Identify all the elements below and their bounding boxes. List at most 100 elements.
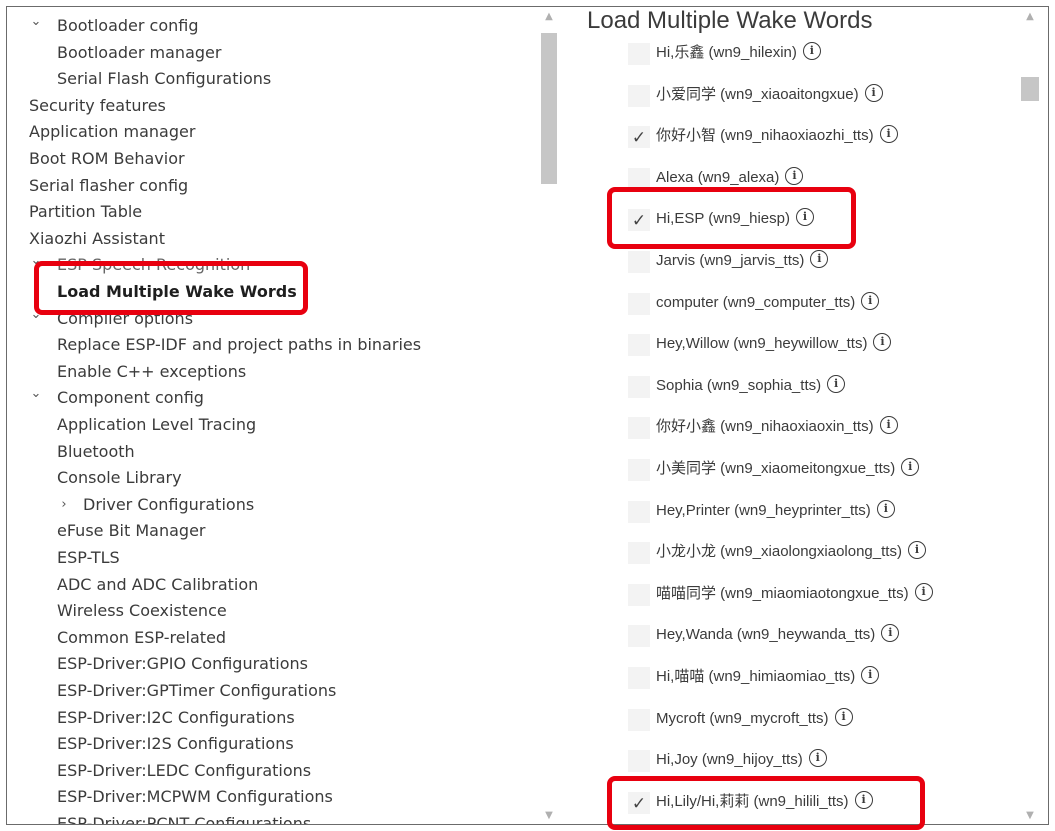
tree-item-label: ESP-Driver:I2C Configurations (57, 707, 295, 727)
info-icon[interactable]: i (808, 749, 827, 768)
tree-item-label: Security features (29, 95, 166, 115)
wake-word-text: Jarvis (wn9_jarvis_tts) (656, 252, 805, 269)
wake-word-checkbox[interactable] (628, 251, 650, 273)
tree-item-label: Wireless Coexistence (57, 601, 227, 621)
tree-item-label: ADC and ADC Calibration (57, 574, 259, 594)
wake-word-checkbox[interactable] (628, 43, 650, 65)
tree-item-label: ESP-Driver:I2S Configurations (57, 734, 294, 754)
tree-item-label: Replace ESP-IDF and project paths in bin… (57, 335, 422, 355)
wake-word-text: Hey,Wanda (wn9_heywanda_tts) (656, 626, 876, 644)
wake-word-label: Jarvis (wn9_jarvis_tts) i (656, 248, 829, 274)
wake-word-text: Hi,Joy (wn9_hijoy_tts) (656, 751, 803, 769)
wake-word-text: 小龙小龙 (wn9_xiaolongxiaolong_tts) (656, 543, 902, 561)
config-window: ⌄ Bootloader config Bootloader manager Seri… (6, 6, 1049, 825)
info-icon[interactable]: i (879, 416, 898, 435)
wake-word-label: Hey,Printer (wn9_heyprinter_tts) i (656, 498, 895, 524)
pane-scroll-thumb[interactable] (1021, 77, 1039, 101)
wake-word-checkbox[interactable] (628, 375, 650, 398)
wake-word-text: Hey,Printer (wn9_heyprinter_tts) (656, 501, 871, 519)
wake-word-label: computer (wn9_computer_tts) i (656, 290, 880, 316)
wake-word-label: Hey,Willow (wn9_heywillow_tts) i (656, 331, 892, 357)
tree-item-label: Application Level Tracing (57, 415, 257, 434)
tree-item-label: Application manager (29, 122, 196, 142)
wake-word-label: Hi,喵喵 (wn9_himiaomiao_tts) i (656, 664, 880, 690)
chevron-right-icon[interactable]: › (57, 492, 71, 518)
chevron-down-icon[interactable]: ⌄ (29, 381, 43, 407)
wake-word-checkbox[interactable] (628, 459, 650, 481)
tree-item-label: ESP-Driver:GPIO Configurations (57, 654, 308, 674)
wake-word-checkbox[interactable] (628, 292, 650, 315)
wake-word-label: 小龙小龙 (wn9_xiaolongxiaolong_tts) i (656, 539, 926, 565)
tree-item-label: Xiaozhi Assistant (29, 228, 165, 248)
wake-word-checkbox[interactable]: ✓ (628, 126, 650, 149)
info-icon[interactable]: i (861, 291, 880, 310)
tree-scroll-up-arrow[interactable]: ▲ (541, 11, 557, 22)
chevron-down-icon[interactable]: ⌄ (29, 9, 43, 35)
tree-item-label: eFuse Bit Manager (57, 521, 206, 541)
tree-item-label: ESP-Driver:MCPWM Configurations (57, 787, 333, 807)
tree-item-label: Driver Configurations (83, 494, 255, 514)
tree-item-label: Boot ROM Behavior (29, 149, 185, 168)
tree-item-label: Bluetooth (57, 441, 135, 461)
info-icon[interactable]: i (810, 250, 829, 269)
wake-word-label: Sophia (wn9_sophia_tts) i (656, 373, 846, 399)
info-icon[interactable]: i (901, 458, 920, 477)
wake-word-text: Hi,喵喵 (wn9_himiaomiao_tts) (656, 668, 856, 685)
highlight-hilili (607, 776, 925, 830)
wake-word-checkbox[interactable] (628, 750, 650, 773)
info-icon[interactable]: i (861, 666, 880, 685)
wake-word-checkbox[interactable] (628, 500, 650, 523)
wake-word-checkbox[interactable] (628, 334, 650, 357)
wake-word-checkbox[interactable] (628, 583, 650, 606)
tree-item-label: ESP-Driver:PCNT Configurations (57, 814, 312, 825)
tree-item-label: Bootloader config (57, 16, 199, 35)
tree-item-label: Bootloader manager (57, 42, 222, 62)
wake-word-label: 小爱同学 (wn9_xiaoaitongxue) i (656, 82, 883, 108)
tree-item-label: Enable C++ exceptions (57, 361, 247, 381)
wake-word-label: 喵喵同学 (wn9_miaomiaotongxue_tts) i (656, 581, 933, 607)
info-icon[interactable]: i (802, 42, 821, 61)
wake-word-checkbox[interactable] (628, 708, 650, 731)
tree-item-label: Component config (57, 388, 204, 408)
info-icon[interactable]: i (827, 374, 846, 393)
wake-word-checkbox[interactable] (628, 667, 650, 689)
highlight-hiesp (607, 187, 856, 249)
wake-word-text: 小爱同学 (wn9_xiaoaitongxue) (656, 85, 859, 103)
tree-item-label: ESP-Driver:GPTimer Configurations (57, 681, 337, 700)
tree-scroll-thumb[interactable] (541, 33, 557, 184)
info-icon[interactable]: i (879, 125, 898, 144)
wake-word-text: 你好小智 (wn9_nihaoxiaozhi_tts) (656, 127, 874, 145)
wake-word-checkbox[interactable] (628, 625, 650, 648)
tree-item-label: Serial Flash Configurations (57, 69, 272, 89)
config-tree: ⌄ Bootloader config Bootloader manager Seri… (7, 7, 567, 825)
pane-scroll-down-arrow[interactable]: ▼ (1021, 810, 1039, 821)
info-icon[interactable]: i (873, 333, 892, 352)
wake-word-text: Hey,Willow (wn9_heywillow_tts) (656, 335, 868, 353)
wake-word-label: Hi,Joy (wn9_hijoy_tts) i (656, 747, 827, 773)
tree-scroll-down-arrow[interactable]: ▼ (541, 810, 557, 821)
wake-word-checkbox[interactable] (628, 542, 650, 565)
tree-item-label: Common ESP-related (57, 627, 227, 647)
wake-word-label: 你好小鑫 (wn9_nihaoxiaoxin_tts) i (656, 414, 898, 440)
info-icon[interactable]: i (785, 166, 804, 185)
wake-word-text: Sophia (wn9_sophia_tts) (656, 376, 822, 394)
wake-word-label: 小美同学 (wn9_xiaomeitongxue_tts) i (656, 456, 920, 482)
wake-word-text: Alexa (wn9_alexa) (656, 168, 780, 186)
info-icon[interactable]: i (907, 541, 926, 560)
wake-word-text: 你好小鑫 (wn9_nihaoxiaoxin_tts) (656, 418, 874, 436)
wake-word-checkbox[interactable] (628, 417, 650, 440)
info-icon[interactable]: i (876, 499, 895, 518)
tree-item-label: Console Library (57, 468, 182, 488)
wake-word-checkbox[interactable] (628, 84, 650, 107)
wake-word-text: 喵喵同学 (wn9_miaomiaotongxue_tts) (656, 584, 909, 602)
info-icon[interactable]: i (834, 707, 853, 726)
info-icon[interactable]: i (914, 582, 933, 601)
info-icon[interactable]: i (864, 83, 883, 102)
wake-word-text: Hi,乐鑫 (wn9_hilexin) (656, 44, 797, 61)
wake-words-pane: Load Multiple Wake Words Hi,乐鑫 (wn9_hile… (567, 7, 1048, 824)
tree-item-label: ESP-TLS (57, 548, 120, 567)
info-icon[interactable]: i (881, 624, 900, 643)
pane-scroll-up-arrow[interactable]: ▲ (1021, 11, 1039, 22)
wake-word-label: Mycroft (wn9_mycroft_tts) i (656, 706, 853, 732)
wake-word-label: 你好小智 (wn9_nihaoxiaozhi_tts) i (656, 123, 898, 149)
